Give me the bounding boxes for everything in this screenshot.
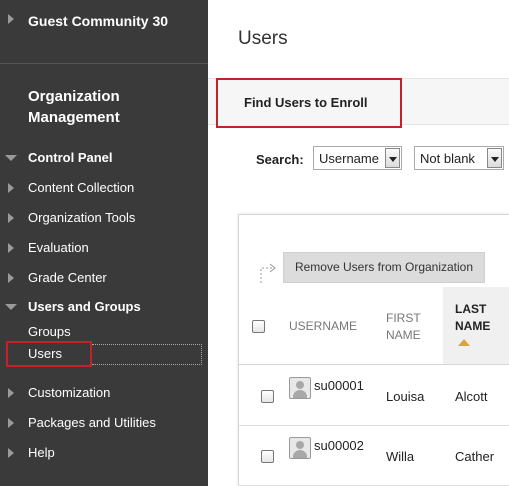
expand-arrow-icon <box>8 418 14 428</box>
expand-arrow-icon <box>8 448 14 458</box>
find-users-to-enroll-button[interactable]: Find Users to Enroll <box>216 78 402 128</box>
sidebar-item-evaluation[interactable]: Evaluation <box>0 236 208 260</box>
last-name-line2: NAME <box>455 319 491 333</box>
sidebar-subitem-users[interactable]: Users <box>28 346 62 361</box>
column-header-first-name[interactable]: FIRST NAME <box>386 310 421 344</box>
cell-first-name: Willa <box>386 449 415 464</box>
collapse-arrow-icon <box>5 304 17 310</box>
org-management-title: Organization Management <box>28 86 198 128</box>
column-header-last-name[interactable]: LAST NAME <box>443 287 509 364</box>
remove-users-button[interactable]: Remove Users from Organization <box>283 252 485 283</box>
cell-last-name: Alcott <box>455 389 488 404</box>
last-name-line1: LAST <box>455 302 487 316</box>
sidebar-item-users-and-groups[interactable]: Users and Groups <box>0 295 208 319</box>
selected-item-outline <box>92 344 202 365</box>
expand-arrow-icon <box>8 243 14 253</box>
cell-username[interactable]: su00001 <box>314 378 364 393</box>
dropdown-arrow-icon[interactable] <box>385 148 400 168</box>
last-name-header-label: LAST NAME <box>455 301 490 335</box>
user-avatar-icon <box>289 437 311 459</box>
expand-arrow-icon <box>8 183 14 193</box>
bulk-action-arrow-icon <box>260 263 276 283</box>
org-title-line2: Management <box>28 109 120 126</box>
row-checkbox[interactable] <box>261 390 274 403</box>
first-name-line1: FIRST <box>386 311 421 325</box>
sidebar-item-control-panel[interactable]: Control Panel <box>0 146 208 170</box>
search-operator-value: Not blank <box>420 151 475 166</box>
sort-ascending-icon <box>458 339 470 346</box>
user-avatar-icon <box>289 377 311 399</box>
first-name-line2: NAME <box>386 328 421 342</box>
sidebar-item-label: Evaluation <box>28 240 89 255</box>
sidebar-item-packages-and-utilities[interactable]: Packages and Utilities <box>0 411 208 435</box>
find-users-label: Find Users to Enroll <box>244 95 368 110</box>
dropdown-arrow-icon[interactable] <box>487 148 502 168</box>
cell-last-name: Cather <box>455 449 495 464</box>
column-header-username[interactable]: USERNAME <box>289 318 357 335</box>
control-panel-label: Control Panel <box>28 150 113 165</box>
expand-arrow-icon <box>8 14 14 24</box>
expand-arrow-icon <box>8 388 14 398</box>
sidebar-item-help[interactable]: Help <box>0 441 208 465</box>
sidebar-item-label: Organization Tools <box>28 210 136 225</box>
sidebar-item-customization[interactable]: Customization <box>0 381 208 405</box>
expand-arrow-icon <box>8 213 14 223</box>
search-label: Search: <box>256 152 304 167</box>
cell-username[interactable]: su00002 <box>314 438 364 453</box>
sidebar-item-label: Grade Center <box>28 270 107 285</box>
sidebar-item-content-collection[interactable]: Content Collection <box>0 176 208 200</box>
community-name[interactable]: Guest Community 30 <box>28 13 168 29</box>
search-operator-select[interactable]: Not blank <box>414 146 504 170</box>
users-and-groups-label: Users and Groups <box>28 299 141 314</box>
page-title: Users <box>238 28 288 49</box>
sidebar-item-label: Packages and Utilities <box>28 415 156 430</box>
sidebar-item-label: Customization <box>28 385 111 400</box>
sidebar-item-label: Help <box>28 445 55 460</box>
search-field-value: Username <box>319 151 379 166</box>
sidebar-item-organization-tools[interactable]: Organization Tools <box>0 206 208 230</box>
sidebar-subitem-groups[interactable]: Groups <box>28 324 71 339</box>
sidebar-item-label: Content Collection <box>28 180 135 195</box>
sidebar-item-grade-center[interactable]: Grade Center <box>0 266 208 290</box>
select-all-checkbox[interactable] <box>252 320 265 333</box>
sidebar: Guest Community 30 Organization Manageme… <box>0 0 208 486</box>
row-checkbox[interactable] <box>261 450 274 463</box>
collapse-arrow-icon <box>5 155 17 161</box>
cell-first-name: Louisa <box>386 389 425 404</box>
expand-arrow-icon <box>8 273 14 283</box>
community-menu[interactable]: Guest Community 30 <box>0 0 208 64</box>
org-title-line1: Organization <box>28 88 120 105</box>
search-field-select[interactable]: Username <box>313 146 402 170</box>
